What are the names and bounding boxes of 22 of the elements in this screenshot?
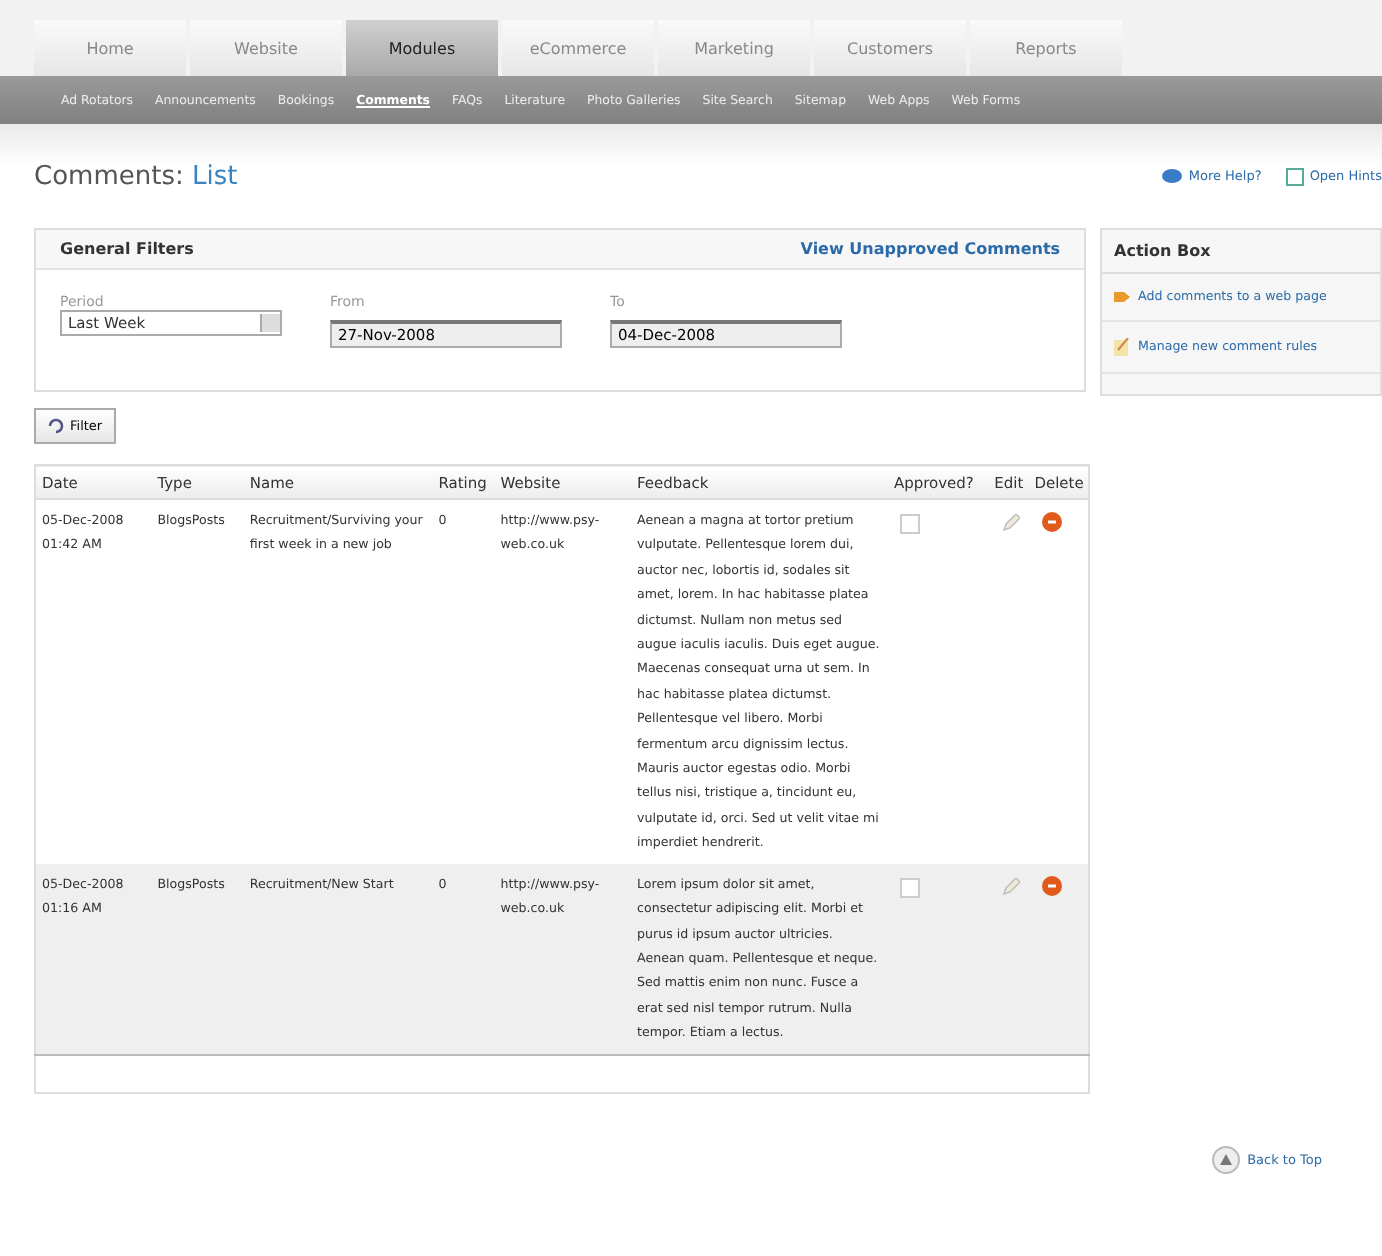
delete-icon[interactable] bbox=[1042, 512, 1063, 532]
arrow-icon bbox=[1114, 290, 1131, 304]
delete-icon[interactable] bbox=[1042, 875, 1063, 896]
panel-title: Action Box bbox=[1102, 230, 1380, 274]
unapproved-link[interactable]: View Unapproved Comments bbox=[800, 240, 1061, 258]
nav-tab[interactable]: Modules bbox=[346, 20, 498, 76]
window-icon bbox=[1285, 167, 1304, 185]
nav-tab[interactable]: Marketing bbox=[658, 20, 810, 76]
nav-tab[interactable]: Customers bbox=[814, 20, 966, 76]
nav-tab[interactable]: Home bbox=[34, 20, 186, 76]
pencil-icon[interactable] bbox=[1002, 514, 1021, 532]
page-title: Comments: List bbox=[34, 161, 238, 191]
nav-tab[interactable]: Website bbox=[190, 20, 342, 76]
approved-checkbox[interactable] bbox=[899, 877, 920, 898]
nav-tab[interactable]: Reports bbox=[970, 20, 1122, 76]
approved-checkbox[interactable] bbox=[899, 514, 920, 534]
refresh-icon bbox=[48, 418, 64, 434]
panel-title: General Filters bbox=[60, 240, 194, 258]
nav-tab[interactable]: eCommerce bbox=[502, 20, 654, 76]
note-icon bbox=[1114, 338, 1131, 356]
speech-bubble-icon bbox=[1162, 168, 1183, 184]
pencil-icon[interactable] bbox=[1002, 877, 1021, 896]
